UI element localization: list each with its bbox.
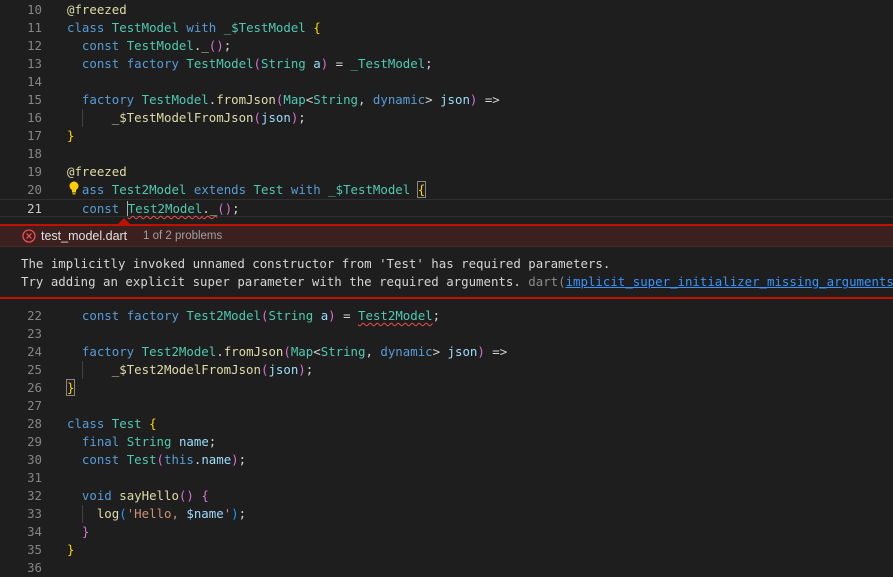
line-number[interactable]: 25: [0, 361, 42, 379]
code-line-31[interactable]: 31: [0, 469, 893, 487]
line-number[interactable]: 20: [0, 181, 42, 199]
line-number[interactable]: 35: [0, 541, 42, 559]
peek-file-name[interactable]: test_model.dart: [41, 229, 127, 243]
line-code[interactable]: factory TestModel.fromJson(Map<String, d…: [67, 91, 500, 109]
line-number[interactable]: 36: [0, 559, 42, 577]
line-number[interactable]: 31: [0, 469, 42, 487]
line-code[interactable]: factory Test2Model.fromJson(Map<String, …: [67, 343, 507, 361]
lightbulb-icon[interactable]: [68, 181, 80, 195]
code-line-23[interactable]: 23: [0, 325, 893, 343]
code-line-14[interactable]: 14: [0, 73, 893, 91]
code-line-30[interactable]: 30 const Test(this.name);: [0, 451, 893, 469]
line-number[interactable]: 13: [0, 55, 42, 73]
peek-header: test_model.dart 1 of 2 problems: [0, 226, 893, 247]
problem-peek-widget: test_model.dart 1 of 2 problems The impl…: [0, 218, 893, 299]
line-number[interactable]: 14: [0, 73, 42, 91]
code-line-27[interactable]: 27: [0, 397, 893, 415]
indent-guide: [82, 361, 83, 379]
code-line-15[interactable]: 15 factory TestModel.fromJson(Map<String…: [0, 91, 893, 109]
line-code[interactable]: const factory Test2Model(String a) = Tes…: [67, 307, 440, 325]
line-code[interactable]: }: [67, 127, 74, 145]
line-number[interactable]: 18: [0, 145, 42, 163]
code-line-32[interactable]: 32 void sayHello() {: [0, 487, 893, 505]
peek-pointer: [118, 218, 130, 224]
code-line-28[interactable]: 28 class Test {: [0, 415, 893, 433]
code-line-21[interactable]: 21 const Test2Model._();: [0, 199, 893, 217]
code-line-29[interactable]: 29 final String name;: [0, 433, 893, 451]
line-number[interactable]: 27: [0, 397, 42, 415]
line-code[interactable]: const factory TestModel(String a) = _Tes…: [67, 55, 433, 73]
line-number[interactable]: 34: [0, 523, 42, 541]
code-line-10[interactable]: 10 @freezed: [0, 1, 893, 19]
line-code[interactable]: const Test(this.name);: [67, 451, 246, 469]
line-code[interactable]: final String name;: [67, 433, 216, 451]
indent-guide: [82, 505, 83, 523]
line-code[interactable]: }: [67, 523, 89, 541]
line-number[interactable]: 28: [0, 415, 42, 433]
diagnostic-source: dart(: [528, 274, 566, 289]
line-number[interactable]: 29: [0, 433, 42, 451]
line-number[interactable]: 30: [0, 451, 42, 469]
indent-guide: [82, 109, 83, 127]
line-number[interactable]: 11: [0, 19, 42, 37]
error-circle-icon: [22, 229, 36, 243]
code-editor[interactable]: 10 @freezed 11 class TestModel with _$TestM…: [0, 0, 893, 575]
code-line-22[interactable]: 22 const factory Test2Model(String a) = …: [0, 307, 893, 325]
code-line-12[interactable]: 12 const TestModel._();: [0, 37, 893, 55]
code-line-17[interactable]: 17}: [0, 127, 893, 145]
problem-message: The implicitly invoked unnamed construct…: [21, 255, 893, 291]
line-code[interactable]: const Test2Model._();: [67, 200, 240, 218]
code-line-16[interactable]: 16 _$TestModelFromJson(json);: [0, 109, 893, 127]
line-number[interactable]: 26: [0, 379, 42, 397]
code-line-11[interactable]: 11 class TestModel with _$TestModel {: [0, 19, 893, 37]
code-line-13[interactable]: 13 const factory TestModel(String a) = _…: [0, 55, 893, 73]
line-code[interactable]: @freezed: [67, 163, 127, 181]
line-number[interactable]: 15: [0, 91, 42, 109]
line-number[interactable]: 33: [0, 505, 42, 523]
code-line-18[interactable]: 18: [0, 145, 893, 163]
line-code[interactable]: class Test {: [67, 415, 157, 433]
line-number[interactable]: 16: [0, 109, 42, 127]
line-number[interactable]: 24: [0, 343, 42, 361]
code-line-20[interactable]: 20 ass Test2Model extends Test with _$Te…: [0, 181, 893, 199]
line-number[interactable]: 32: [0, 487, 42, 505]
line-number[interactable]: 17: [0, 127, 42, 145]
line-code[interactable]: void sayHello() {: [67, 487, 209, 505]
line-number[interactable]: 10: [0, 1, 42, 19]
line-code[interactable]: @freezed: [67, 1, 127, 19]
code-line-34[interactable]: 34 }: [0, 523, 893, 541]
message-line-2: Try adding an explicit super parameter w…: [21, 274, 521, 289]
line-code[interactable]: }: [67, 541, 74, 559]
line-number[interactable]: 19: [0, 163, 42, 181]
code-line-24[interactable]: 24 factory Test2Model.fromJson(Map<Strin…: [0, 343, 893, 361]
peek-problem-count: 1 of 2 problems: [143, 230, 223, 242]
code-line-35[interactable]: 35}: [0, 541, 893, 559]
line-code[interactable]: class TestModel with _$TestModel {: [67, 19, 321, 37]
code-line-26[interactable]: 26}: [0, 379, 893, 397]
line-code[interactable]: }: [65, 379, 76, 397]
message-line-1: The implicitly invoked unnamed construct…: [21, 256, 611, 271]
line-number[interactable]: 23: [0, 325, 42, 343]
code-line-19[interactable]: 19 @freezed: [0, 163, 893, 181]
line-code[interactable]: _$Test2ModelFromJson(json);: [67, 361, 313, 379]
line-number[interactable]: 12: [0, 37, 42, 55]
code-line-33[interactable]: 33 log('Hello, $name');: [0, 505, 893, 523]
line-number[interactable]: 22: [0, 307, 42, 325]
diagnostic-code-link[interactable]: implicit_super_initializer_missing_argum…: [566, 274, 893, 289]
line-code[interactable]: ass Test2Model extends Test with _$TestM…: [67, 181, 427, 199]
line-number[interactable]: 21: [0, 200, 42, 218]
code-line-36[interactable]: 36: [0, 559, 893, 577]
line-code[interactable]: log('Hello, $name');: [67, 505, 246, 523]
code-line-25[interactable]: 25 _$Test2ModelFromJson(json);: [0, 361, 893, 379]
line-code[interactable]: _$TestModelFromJson(json);: [67, 109, 306, 127]
line-code[interactable]: const TestModel._();: [67, 37, 231, 55]
